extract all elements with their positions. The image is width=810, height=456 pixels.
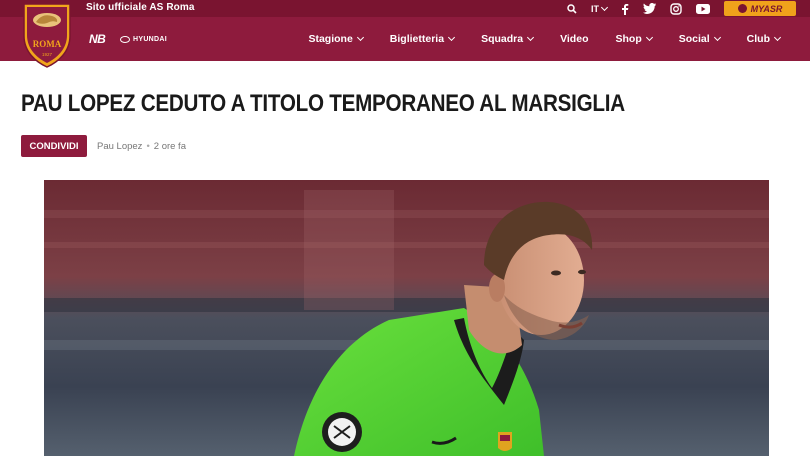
hyundai-label: HYUNDAI xyxy=(133,36,167,43)
chevron-down-icon xyxy=(713,33,721,42)
top-tools: IT MYASR xyxy=(567,0,796,17)
search-icon[interactable] xyxy=(567,3,577,14)
chevron-down-icon xyxy=(527,33,535,42)
chevron-down-icon xyxy=(448,33,456,42)
nav-label: Stagione xyxy=(308,33,353,45)
nav-label: Shop xyxy=(615,33,642,45)
share-button[interactable]: CONDIVIDI xyxy=(21,135,87,157)
nav-label: Squadra xyxy=(481,33,524,45)
meta-separator: • xyxy=(146,141,150,152)
myasr-label: MYASR xyxy=(750,3,783,14)
language-label: IT xyxy=(591,3,599,14)
nav-item-stagione[interactable]: Stagione xyxy=(308,33,364,45)
nav-label: Video xyxy=(560,33,589,45)
article-hero-image xyxy=(44,180,769,456)
nav-item-video[interactable]: Video xyxy=(560,33,588,45)
language-selector[interactable]: IT xyxy=(591,3,609,14)
user-icon xyxy=(737,4,747,13)
nav-label: Biglietteria xyxy=(389,33,445,45)
article-time: 2 ore fa xyxy=(153,141,186,152)
crest-text: ROMA xyxy=(33,39,62,49)
crest-year: 1927 xyxy=(42,52,53,57)
as-roma-crest-logo[interactable]: ROMA 1927 xyxy=(22,0,72,68)
article-meta: Pau Lopez • 2 ore fa xyxy=(97,141,186,152)
youtube-icon[interactable] xyxy=(696,3,710,14)
nav-item-shop[interactable]: Shop xyxy=(615,33,653,45)
article-author[interactable]: Pau Lopez xyxy=(97,141,142,152)
official-site-label[interactable]: Sito ufficiale AS Roma xyxy=(86,2,195,13)
nav-item-squadra[interactable]: Squadra xyxy=(481,33,535,45)
nav-item-biglietteria[interactable]: Biglietteria xyxy=(389,33,456,45)
instagram-icon[interactable] xyxy=(670,2,682,15)
main-navbar: NB HYUNDAI Stagione Biglietteria Squadra… xyxy=(0,17,810,61)
hyundai-logo[interactable]: HYUNDAI xyxy=(120,36,167,43)
nav-label: Club xyxy=(746,33,770,45)
chevron-down-icon xyxy=(356,33,364,42)
chevron-down-icon xyxy=(645,33,653,42)
nav-label: Social xyxy=(678,33,710,45)
chevron-down-icon xyxy=(773,33,782,42)
facebook-icon[interactable] xyxy=(621,3,629,15)
new-balance-logo[interactable]: NB xyxy=(89,32,106,46)
article-title: PAU LOPEZ CEDUTO A TITOLO TEMPORANEO AL … xyxy=(21,90,625,117)
twitter-icon[interactable] xyxy=(643,3,656,14)
nav-item-club[interactable]: Club xyxy=(746,33,782,45)
chevron-down-icon xyxy=(600,3,609,11)
top-utility-bar: Sito ufficiale AS Roma IT MYASR xyxy=(0,0,810,17)
nav-item-social[interactable]: Social xyxy=(678,33,721,45)
main-menu: Stagione Biglietteria Squadra Video Shop… xyxy=(281,17,782,61)
myasr-button[interactable]: MYASR xyxy=(724,1,796,16)
hyundai-emblem-icon xyxy=(120,36,130,43)
